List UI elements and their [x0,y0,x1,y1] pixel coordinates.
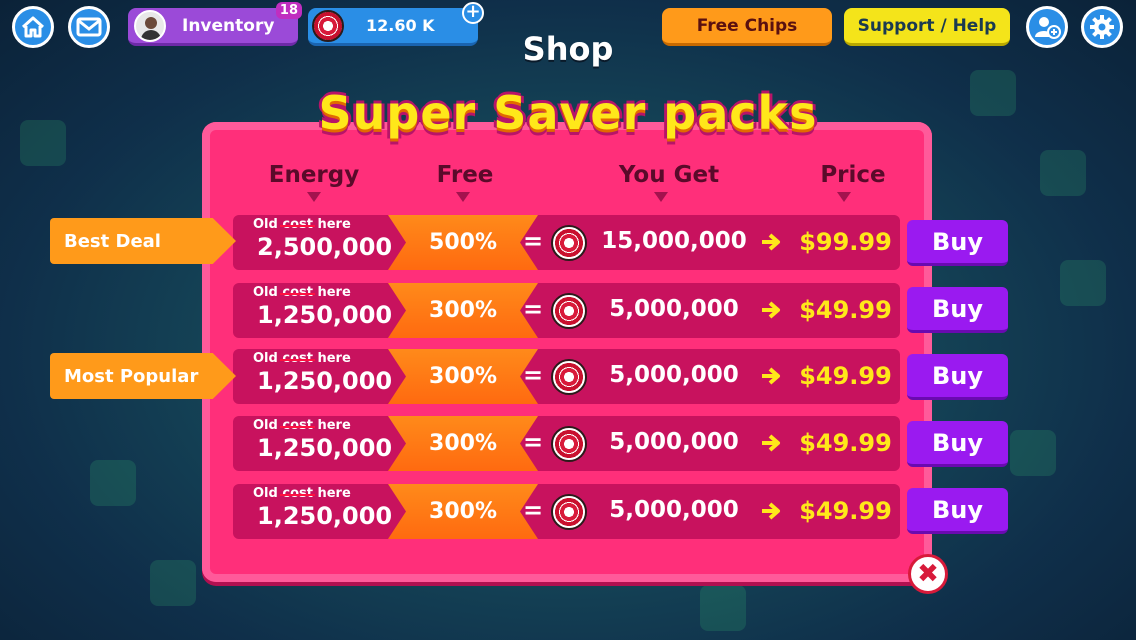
energy-amount: 2,500,000 [257,233,393,261]
bg-tile [700,585,746,631]
bg-tile [1010,430,1056,476]
energy-amount: 1,250,000 [257,502,393,530]
buy-button[interactable]: Buy [907,421,1008,467]
equals-sign: = [523,496,544,524]
old-cost-label: Old cost here [253,285,351,300]
energy-amount: 1,250,000 [257,301,393,329]
old-cost-strike: cost [282,285,313,300]
old-cost-label: Old cost here [253,486,351,501]
header-energy: Energy [268,162,360,188]
old-cost-strike: cost [282,351,313,366]
add-chips-button[interactable]: + [462,2,484,24]
bg-tile [90,460,136,506]
old-cost-prefix: Old [253,351,278,366]
poker-chip-icon [551,225,587,261]
chips-you-get: 5,000,000 [609,362,739,388]
old-cost-suffix: here [317,285,351,300]
buy-button[interactable]: Buy [907,488,1008,534]
equals-sign: = [523,361,544,389]
arrow-down-icon [837,192,851,202]
bg-tile [150,560,196,606]
arrow-right-icon [762,434,780,452]
most-popular-tag: Most Popular [50,353,236,399]
old-cost-suffix: here [317,351,351,366]
old-cost-strike: cost [282,418,313,433]
old-cost-prefix: Old [253,486,278,501]
free-percent: 300% [388,484,538,539]
arrow-down-icon [456,192,470,202]
price: $99.99 [799,228,892,256]
energy-amount: 1,250,000 [257,434,393,462]
price: $49.99 [799,296,892,324]
old-cost-suffix: here [317,217,351,232]
arrow-right-icon [762,233,780,251]
buy-button[interactable]: Buy [907,220,1008,266]
energy-amount: 1,250,000 [257,367,393,395]
poker-chip-icon [551,293,587,329]
old-cost-label: Old cost here [253,217,351,232]
arrow-right-icon [762,502,780,520]
pack-row: Old cost here 1,250,000 300% = 5,000,000… [233,484,900,539]
close-button[interactable]: ✖ [908,554,948,594]
arrow-down-icon [307,192,321,202]
arrow-right-icon [762,367,780,385]
free-percent: 300% [388,283,538,338]
equals-sign: = [523,227,544,255]
poker-chip-icon [551,494,587,530]
equals-sign: = [523,295,544,323]
pack-row: Old cost here 1,250,000 300% = 5,000,000… [233,283,900,338]
old-cost-suffix: here [317,486,351,501]
panel-title: Super Saver packs [318,86,818,140]
pack-row: Old cost here 1,250,000 300% = 5,000,000… [233,349,900,404]
bg-tile [1040,150,1086,196]
old-cost-strike: cost [282,486,313,501]
poker-chip-icon [551,426,587,462]
free-percent: 500% [388,215,538,270]
header-you-get: You Get [618,162,720,188]
old-cost-label: Old cost here [253,418,351,433]
buy-button[interactable]: Buy [907,354,1008,400]
header-free: Free [436,162,494,188]
old-cost-prefix: Old [253,418,278,433]
price: $49.99 [799,429,892,457]
chips-you-get: 15,000,000 [601,228,747,254]
free-percent: 300% [388,349,538,404]
arrow-right-icon [762,301,780,319]
arrow-down-icon [654,192,668,202]
bg-tile [1060,260,1106,306]
old-cost-label: Old cost here [253,351,351,366]
chips-you-get: 5,000,000 [609,296,739,322]
chips-you-get: 5,000,000 [609,497,739,523]
screen-title: Shop [522,30,614,68]
old-cost-strike: cost [282,217,313,232]
buy-button[interactable]: Buy [907,287,1008,333]
poker-chip-icon [551,359,587,395]
pack-row: Old cost here 2,500,000 500% = 15,000,00… [233,215,900,270]
chips-you-get: 5,000,000 [609,429,739,455]
inventory-count-badge: 18 [275,2,302,19]
old-cost-prefix: Old [253,217,278,232]
price: $49.99 [799,497,892,525]
best-deal-tag: Best Deal [50,218,236,264]
price: $49.99 [799,362,892,390]
free-percent: 300% [388,416,538,471]
pack-row: Old cost here 1,250,000 300% = 5,000,000… [233,416,900,471]
header-price: Price [820,162,886,188]
old-cost-prefix: Old [253,285,278,300]
equals-sign: = [523,428,544,456]
old-cost-suffix: here [317,418,351,433]
